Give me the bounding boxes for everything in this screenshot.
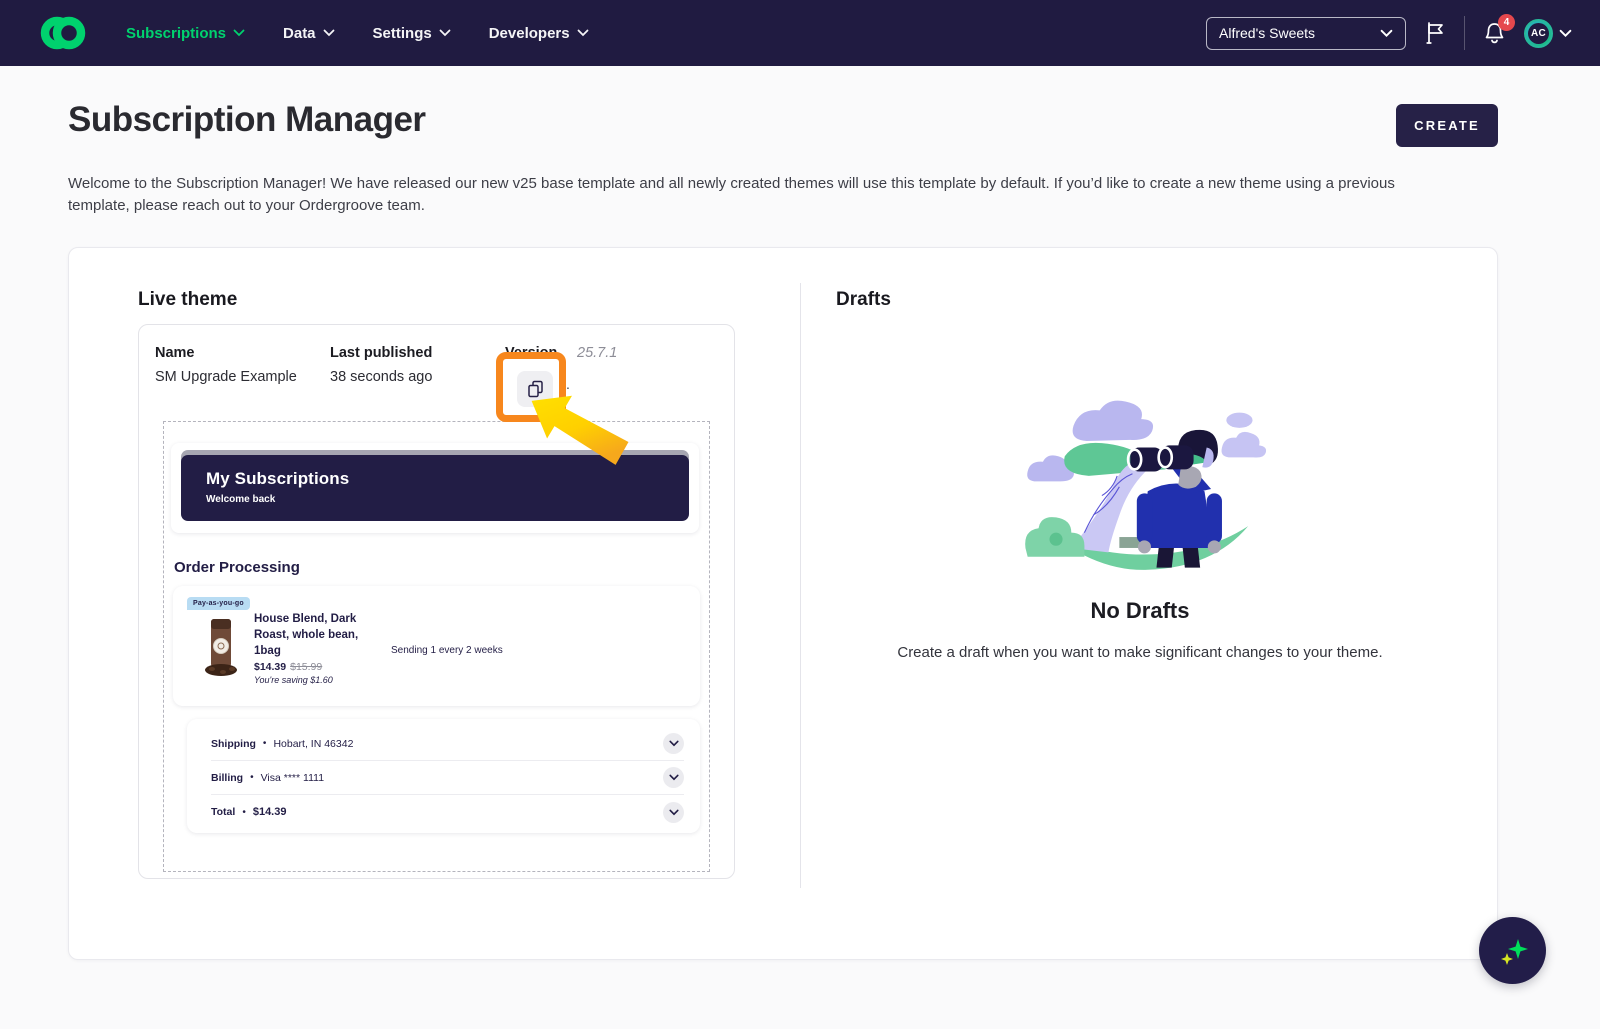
last-published-label: Last published <box>330 345 432 361</box>
chevron-down-icon <box>669 809 679 816</box>
chevron-down-icon <box>323 29 335 37</box>
page-title: Subscription Manager <box>68 100 426 140</box>
nav-item-label: Settings <box>373 25 432 42</box>
theme-preview: My Subscriptions Welcome back Order Proc… <box>163 421 710 872</box>
user-avatar[interactable]: AC <box>1524 19 1553 48</box>
flag-button[interactable] <box>1424 21 1446 45</box>
product-card: Pay-as-you-go House Blend, Dark Roast, w… <box>173 586 700 706</box>
summary-row-shipping: Shipping • Hobart, IN 46342 <box>211 727 684 761</box>
nav-item-developers[interactable]: Developers <box>489 25 589 42</box>
no-drafts-title: No Drafts <box>800 598 1480 624</box>
navbar-divider <box>1464 16 1465 50</box>
chevron-down-icon <box>233 29 245 37</box>
assistant-fab-button[interactable] <box>1479 917 1546 984</box>
ordergroove-logo-icon[interactable] <box>38 11 88 55</box>
panel-divider <box>800 283 801 888</box>
product-title-line: House Blend, Dark <box>254 611 358 627</box>
pay-as-you-go-tag: Pay-as-you-go <box>187 597 250 610</box>
version-label: Version <box>505 345 557 361</box>
merchant-name: Alfred's Sweets <box>1219 25 1315 41</box>
live-theme-heading: Live theme <box>138 289 237 311</box>
sparkles-icon <box>1493 931 1533 971</box>
summary-value: $14.39 <box>253 806 287 818</box>
dot-separator: • <box>242 807 246 818</box>
summary-value: Visa **** 1111 <box>261 772 324 784</box>
nav-item-label: Subscriptions <box>126 25 226 42</box>
summary-value: Hobart, IN 46342 <box>273 738 353 750</box>
avatar-initials: AC <box>1528 23 1549 44</box>
summary-label: Shipping <box>211 738 256 750</box>
current-price: $14.39 <box>254 661 286 673</box>
nav-item-label: Developers <box>489 25 570 42</box>
old-price: $15.99 <box>290 661 322 673</box>
drafts-heading: Drafts <box>836 289 891 311</box>
product-price: $14.39 $15.99 <box>254 661 322 673</box>
merchant-selector[interactable]: Alfred's Sweets <box>1206 17 1406 50</box>
no-drafts-caption: Create a draft when you want to make sig… <box>800 644 1480 661</box>
flag-icon <box>1424 21 1446 45</box>
preview-header-card: My Subscriptions Welcome back <box>171 443 699 533</box>
summary-label: Total <box>211 806 235 818</box>
summary-row-billing: Billing • Visa **** 1111 <box>211 761 684 795</box>
chevron-down-icon <box>669 740 679 747</box>
my-subscriptions-banner: My Subscriptions Welcome back <box>181 455 689 521</box>
no-drafts-illustration <box>1008 384 1270 570</box>
notifications-button[interactable]: 4 <box>1483 21 1506 46</box>
top-navbar: Subscriptions Data Settings Developers A… <box>0 0 1600 66</box>
order-summary-card: Shipping • Hobart, IN 46342 Billing • Vi… <box>187 719 700 833</box>
chevron-down-icon <box>577 29 589 37</box>
order-processing-heading: Order Processing <box>174 559 300 576</box>
nav-item-label: Data <box>283 25 316 42</box>
summary-label: Billing <box>211 772 243 784</box>
version-value: 25.7.1 <box>577 345 617 361</box>
nav-item-settings[interactable]: Settings <box>373 25 451 42</box>
chevron-down-icon <box>669 774 679 781</box>
savings-note: You're saving $1.60 <box>254 675 333 685</box>
last-published-value: 38 seconds ago <box>330 369 432 385</box>
shipping-frequency: Sending 1 every 2 weeks <box>391 645 503 656</box>
product-image <box>201 613 243 679</box>
expand-total-button[interactable] <box>663 802 684 823</box>
copy-icon <box>527 380 544 398</box>
create-button[interactable]: CREATE <box>1396 104 1498 147</box>
copy-version-button[interactable] <box>517 371 553 407</box>
chevron-down-icon <box>439 29 451 37</box>
banner-title: My Subscriptions <box>206 469 689 489</box>
product-title-line: Roast, whole bean, <box>254 627 358 643</box>
theme-name-value: SM Upgrade Example <box>155 369 297 385</box>
notification-count-badge: 4 <box>1498 14 1515 31</box>
nav-item-data[interactable]: Data <box>283 25 335 42</box>
expand-billing-button[interactable] <box>663 767 684 788</box>
chevron-down-icon[interactable] <box>1559 29 1572 38</box>
dot-separator: • <box>263 738 267 749</box>
product-title-line: 1bag <box>254 643 358 659</box>
product-title: House Blend, Dark Roast, whole bean, 1ba… <box>254 611 358 659</box>
intro-paragraph: Welcome to the Subscription Manager! We … <box>68 173 1458 217</box>
summary-row-total: Total • $14.39 <box>211 795 684 829</box>
expand-shipping-button[interactable] <box>663 733 684 754</box>
banner-subtitle: Welcome back <box>206 494 689 505</box>
theme-name-label: Name <box>155 345 195 361</box>
chevron-down-icon <box>1380 29 1393 38</box>
dot-separator: • <box>250 772 254 783</box>
nav-item-subscriptions[interactable]: Subscriptions <box>126 25 245 42</box>
truncated-text: . <box>566 376 570 392</box>
